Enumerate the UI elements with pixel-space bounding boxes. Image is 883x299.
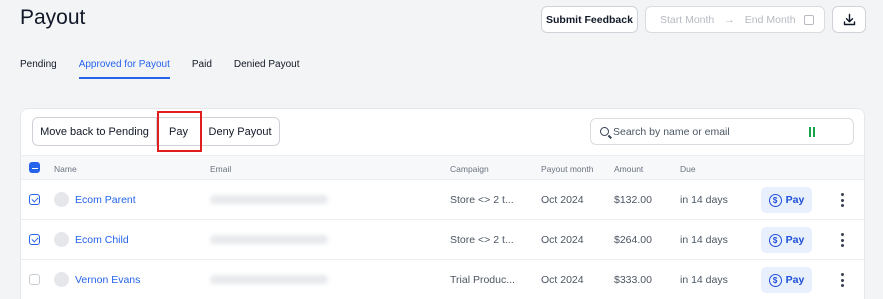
row-due: in 14 days <box>680 234 728 246</box>
row-due: in 14 days <box>680 194 728 206</box>
column-email[interactable]: Email <box>210 164 231 174</box>
ai-sparkle-icon[interactable] <box>809 127 815 137</box>
month-range-picker[interactable]: Start Month → End Month <box>645 6 825 33</box>
table-header: Name Email Campaign Payout month Amount … <box>21 155 864 180</box>
row-pay-label: Pay <box>785 274 805 286</box>
row-campaign: Store <> 2 t... <box>450 194 514 206</box>
select-all-checkbox[interactable] <box>29 162 40 173</box>
move-back-to-pending-button[interactable]: Move back to Pending <box>33 118 157 145</box>
row-name-link[interactable]: Ecom Child <box>75 234 129 246</box>
calendar-icon <box>803 14 814 25</box>
download-icon <box>843 13 855 26</box>
bulk-actions: Move back to Pending Pay Deny Payout <box>32 117 280 146</box>
row-name-link[interactable]: Vernon Evans <box>75 274 140 286</box>
row-amount: $333.00 <box>614 274 652 286</box>
row-pay-button[interactable]: $ Pay <box>761 187 812 213</box>
tab-denied-payout[interactable]: Denied Payout <box>234 59 300 79</box>
kebab-menu-icon[interactable] <box>837 233 847 247</box>
tab-paid[interactable]: Paid <box>192 59 212 79</box>
row-pay-label: Pay <box>785 234 805 246</box>
avatar <box>54 232 69 247</box>
row-checkbox[interactable] <box>29 274 40 285</box>
column-campaign[interactable]: Campaign <box>450 164 489 174</box>
tab-approved-for-payout[interactable]: Approved for Payout <box>78 59 170 79</box>
kebab-menu-icon[interactable] <box>837 273 847 287</box>
table-row[interactable]: Vernon Evans Trial Produc... Oct 2024 $3… <box>21 260 864 299</box>
dollar-icon: $ <box>768 233 782 247</box>
row-amount: $132.00 <box>614 194 652 206</box>
download-button[interactable] <box>832 6 866 33</box>
row-due: in 14 days <box>680 274 728 286</box>
avatar <box>54 192 69 207</box>
dollar-icon: $ <box>768 273 782 287</box>
search-placeholder: Search by name or email <box>613 125 730 138</box>
row-email-redacted <box>210 195 328 204</box>
row-campaign: Store <> 2 t... <box>450 234 514 246</box>
table-row[interactable]: Ecom Child Store <> 2 t... Oct 2024 $264… <box>21 220 864 260</box>
row-payout-month: Oct 2024 <box>541 194 584 206</box>
tab-pending[interactable]: Pending <box>20 59 57 79</box>
deny-payout-button[interactable]: Deny Payout <box>201 118 279 145</box>
row-campaign: Trial Produc... <box>450 274 515 286</box>
table-row[interactable]: Ecom Parent Store <> 2 t... Oct 2024 $13… <box>21 180 864 220</box>
row-payout-month: Oct 2024 <box>541 274 584 286</box>
row-name-link[interactable]: Ecom Parent <box>75 194 136 206</box>
submit-feedback-button[interactable]: Submit Feedback <box>541 6 638 33</box>
column-payout-month[interactable]: Payout month <box>541 164 593 174</box>
row-pay-label: Pay <box>785 194 805 206</box>
row-email-redacted <box>210 275 328 284</box>
row-amount: $264.00 <box>614 234 652 246</box>
search-icon <box>600 127 609 136</box>
start-month-field[interactable]: Start Month <box>660 14 714 26</box>
dollar-icon: $ <box>768 193 782 207</box>
row-pay-button[interactable]: $ Pay <box>761 227 812 253</box>
column-name[interactable]: Name <box>54 164 77 174</box>
avatar <box>54 272 69 287</box>
kebab-menu-icon[interactable] <box>837 193 847 207</box>
payout-tabs: Pending Approved for Payout Paid Denied … <box>20 59 322 79</box>
bulk-pay-button[interactable]: Pay <box>157 118 201 145</box>
search-input[interactable]: Search by name or email <box>590 118 854 145</box>
row-checkbox[interactable] <box>29 194 40 205</box>
row-pay-button[interactable]: $ Pay <box>761 267 812 293</box>
row-email-redacted <box>210 235 328 244</box>
range-arrow-icon: → <box>724 13 735 26</box>
row-checkbox[interactable] <box>29 234 40 245</box>
page-title: Payout <box>20 6 86 29</box>
column-amount[interactable]: Amount <box>614 164 643 174</box>
row-payout-month: Oct 2024 <box>541 234 584 246</box>
end-month-field[interactable]: End Month <box>745 14 796 26</box>
column-due[interactable]: Due <box>680 164 696 174</box>
